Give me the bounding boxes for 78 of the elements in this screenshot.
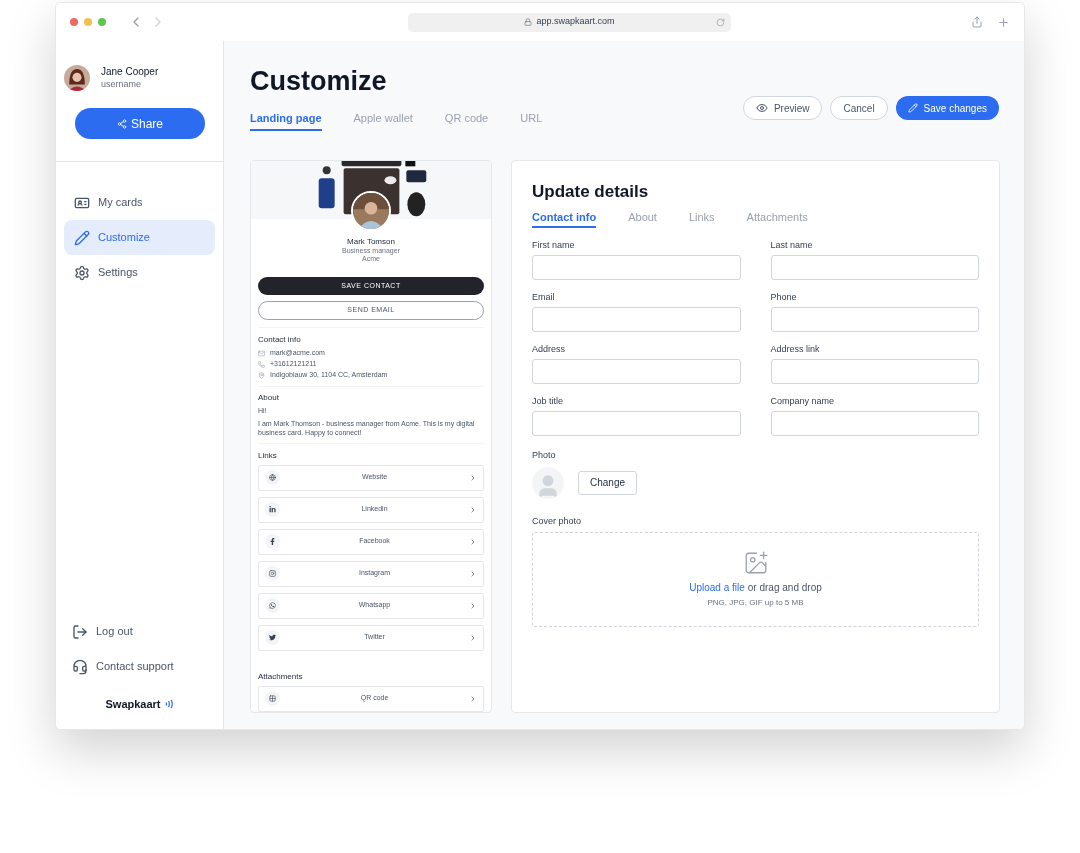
input-field[interactable] (770, 307, 979, 332)
upload-text: or drag and drop (747, 581, 822, 595)
share-icon[interactable] (971, 16, 983, 28)
chevron-icon (469, 633, 477, 642)
username: username (101, 78, 143, 91)
address-bar[interactable]: app.swapkaart.com (408, 12, 731, 32)
field-label: Email (532, 292, 556, 303)
preview-button[interactable]: Preview (742, 96, 823, 120)
nav-item[interactable]: Settings (64, 255, 215, 290)
pencil-icon (74, 229, 90, 246)
lock-icon (524, 18, 533, 26)
maximize-window-icon[interactable] (98, 18, 106, 26)
section-title: About (258, 392, 280, 404)
input-field[interactable] (532, 307, 741, 332)
chevron-icon (469, 537, 477, 546)
pencil-icon (907, 103, 918, 113)
chevron-icon (469, 694, 477, 703)
location-icon (258, 372, 265, 379)
input-field[interactable] (532, 255, 741, 280)
profile-name: Mark Tomson (347, 237, 395, 247)
minimize-window-icon[interactable] (84, 18, 92, 26)
mail-icon (258, 350, 265, 357)
url-text: app.swapkaart.com (536, 15, 615, 29)
input-field[interactable] (770, 359, 979, 384)
field-label: Address link (770, 344, 821, 355)
instagram-icon (269, 570, 276, 577)
field-label: Photo (532, 449, 557, 462)
save-button[interactable]: Save changes (895, 96, 999, 120)
input-field[interactable] (770, 255, 979, 280)
user-name: Jane Cooper (101, 65, 159, 78)
field-label: Job title (532, 396, 565, 407)
section-title: Contact info (258, 334, 302, 346)
whatsapp-icon (269, 602, 276, 609)
logout-icon (72, 623, 88, 640)
grid-icon (269, 695, 276, 702)
chevron-icon (469, 473, 477, 482)
field-label: First name (532, 240, 576, 251)
brand-name: Swapkaart (105, 696, 161, 712)
field-label: Company name (770, 396, 836, 407)
field-label: Address (532, 344, 567, 355)
new-tab-icon[interactable] (997, 15, 1010, 29)
chevron-icon (469, 505, 477, 514)
card-title: Update details (532, 180, 650, 203)
field-label: Phone (770, 292, 798, 303)
nav-item[interactable]: My cards (64, 185, 215, 220)
change-button[interactable]: Change (578, 470, 638, 495)
input-field[interactable] (532, 359, 741, 384)
nav-item[interactable]: Contact support (64, 649, 215, 684)
upload-link[interactable]: Upload a file (689, 580, 745, 595)
tab[interactable]: Landing page (250, 110, 322, 131)
chevron-icon (469, 601, 477, 610)
input-field[interactable] (770, 411, 979, 436)
facebook-icon (269, 538, 276, 545)
section-title: Links (258, 449, 278, 462)
share-button[interactable]: Share (75, 108, 205, 139)
page-title: Customize (250, 65, 388, 97)
twitter-icon (269, 634, 276, 641)
globe-icon (269, 474, 276, 481)
cancel-button[interactable]: Cancel (830, 96, 888, 120)
section-title: Attachments (258, 670, 304, 683)
field-label: Cover photo (532, 514, 583, 528)
upload-hint: PNG, JPG, GIF up to 5 MB (707, 597, 804, 609)
field-label: Last name (770, 240, 814, 251)
close-window-icon[interactable] (70, 18, 78, 26)
input-field[interactable] (532, 411, 741, 436)
chevron-icon (469, 569, 477, 578)
headset-icon (72, 658, 88, 675)
eye-icon (755, 102, 768, 114)
settings-icon (74, 264, 90, 281)
upload-dropzone[interactable]: Upload a file or drag and drop PNG, JPG, GIF up to 5 MB (532, 532, 979, 627)
tab[interactable]: Contact info (532, 208, 597, 228)
share-icon (117, 118, 127, 129)
wireless-icon (163, 699, 174, 709)
nav-item[interactable]: Log out (64, 614, 215, 649)
phone-icon (258, 361, 265, 368)
nav-item[interactable]: Customize (64, 220, 215, 255)
reload-icon[interactable] (716, 17, 725, 27)
linkedin-icon (269, 506, 276, 513)
